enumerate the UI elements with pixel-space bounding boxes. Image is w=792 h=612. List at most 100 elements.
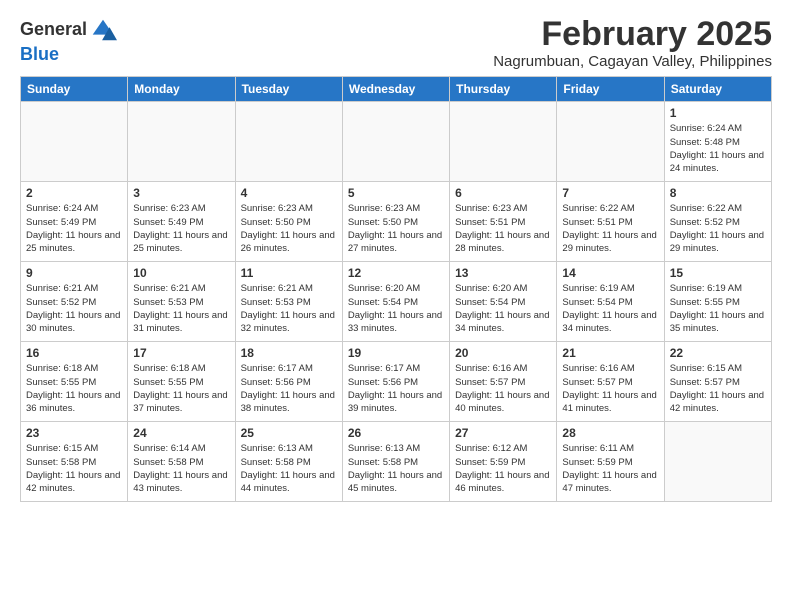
- day-number: 3: [133, 186, 229, 200]
- table-row: 21 Sunrise: 6:16 AMSunset: 5:57 PMDayligh…: [557, 342, 664, 422]
- table-row: 17Sunrise: 6:18 AMSunset: 5:55 PMDayligh…: [128, 342, 235, 422]
- day-info: Sunrise: 6:23 AMSunset: 5:50 PMDaylight:…: [348, 202, 444, 255]
- day-info: Sunrise: 6:19 AMSunset: 5:54 PMDaylight:…: [562, 282, 658, 335]
- day-info: Sunrise: 6:13 AMSunset: 5:58 PMDaylight:…: [241, 442, 337, 495]
- subtitle: Nagrumbuan, Cagayan Valley, Philippines: [493, 53, 772, 70]
- main-title: February 2025: [493, 16, 772, 53]
- day-info: Sunrise: 6:14 AMSunset: 5:58 PMDaylight:…: [133, 442, 229, 495]
- day-info: Sunrise: 6:20 AMSunset: 5:54 PMDaylight:…: [348, 282, 444, 335]
- table-row: 20 Sunrise: 6:16 AMSunset: 5:57 PMDayligh…: [450, 342, 557, 422]
- table-row: 11 Sunrise: 6:21 AMSunset: 5:53 PMDayligh…: [235, 262, 342, 342]
- table-row: [21, 102, 128, 182]
- table-row: [664, 422, 771, 502]
- day-info: Sunrise: 6:21 AMSunset: 5:53 PMDaylight:…: [133, 282, 229, 335]
- table-row: [342, 102, 449, 182]
- table-row: 24Sunrise: 6:14 AMSunset: 5:58 PMDayligh…: [128, 422, 235, 502]
- table-row: [557, 102, 664, 182]
- day-info: Sunrise: 6:17 AMSunset: 5:56 PMDaylight:…: [241, 362, 337, 415]
- day-number: 12: [348, 266, 444, 280]
- table-row: 27 Sunrise: 6:12 AMSunset: 5:59 PMDayligh…: [450, 422, 557, 502]
- col-monday: Monday: [128, 77, 235, 102]
- table-row: 23Sunrise: 6:15 AMSunset: 5:58 PMDayligh…: [21, 422, 128, 502]
- day-number: 27: [455, 426, 551, 440]
- col-sunday: Sunday: [21, 77, 128, 102]
- calendar-week-row: 1 Sunrise: 6:24 AMSunset: 5:48 PMDaylight…: [21, 102, 772, 182]
- day-number: 23: [26, 426, 122, 440]
- logo-blue: Blue: [20, 44, 117, 66]
- calendar-week-row: 16Sunrise: 6:18 AMSunset: 5:55 PMDayligh…: [21, 342, 772, 422]
- day-info: Sunrise: 6:24 AMSunset: 5:48 PMDaylight:…: [670, 122, 766, 175]
- day-number: 1: [670, 106, 766, 120]
- table-row: [450, 102, 557, 182]
- calendar-week-row: 9 Sunrise: 6:21 AMSunset: 5:52 PMDaylight…: [21, 262, 772, 342]
- day-number: 26: [348, 426, 444, 440]
- day-number: 10: [133, 266, 229, 280]
- day-info: Sunrise: 6:23 AMSunset: 5:49 PMDaylight:…: [133, 202, 229, 255]
- logo-general: General: [20, 19, 87, 41]
- table-row: 1 Sunrise: 6:24 AMSunset: 5:48 PMDaylight…: [664, 102, 771, 182]
- logo-icon: [89, 16, 117, 44]
- day-info: Sunrise: 6:15 AMSunset: 5:57 PMDaylight:…: [670, 362, 766, 415]
- col-saturday: Saturday: [664, 77, 771, 102]
- day-info: Sunrise: 6:24 AMSunset: 5:49 PMDaylight:…: [26, 202, 122, 255]
- day-info: Sunrise: 6:23 AMSunset: 5:51 PMDaylight:…: [455, 202, 551, 255]
- table-row: 3 Sunrise: 6:23 AMSunset: 5:49 PMDaylight…: [128, 182, 235, 262]
- table-row: 15 Sunrise: 6:19 AMSunset: 5:55 PMDayligh…: [664, 262, 771, 342]
- day-number: 2: [26, 186, 122, 200]
- table-row: 2 Sunrise: 6:24 AMSunset: 5:49 PMDaylight…: [21, 182, 128, 262]
- day-number: 9: [26, 266, 122, 280]
- day-info: Sunrise: 6:21 AMSunset: 5:53 PMDaylight:…: [241, 282, 337, 335]
- day-info: Sunrise: 6:22 AMSunset: 5:52 PMDaylight:…: [670, 202, 766, 255]
- day-number: 22: [670, 346, 766, 360]
- day-number: 21: [562, 346, 658, 360]
- day-info: Sunrise: 6:11 AMSunset: 5:59 PMDaylight:…: [562, 442, 658, 495]
- table-row: 13 Sunrise: 6:20 AMSunset: 5:54 PMDayligh…: [450, 262, 557, 342]
- calendar-header-row: Sunday Monday Tuesday Wednesday Thursday…: [21, 77, 772, 102]
- table-row: 18 Sunrise: 6:17 AMSunset: 5:56 PMDayligh…: [235, 342, 342, 422]
- day-number: 7: [562, 186, 658, 200]
- table-row: 19 Sunrise: 6:17 AMSunset: 5:56 PMDayligh…: [342, 342, 449, 422]
- table-row: [128, 102, 235, 182]
- day-number: 11: [241, 266, 337, 280]
- table-row: 14 Sunrise: 6:19 AMSunset: 5:54 PMDayligh…: [557, 262, 664, 342]
- title-block: February 2025 Nagrumbuan, Cagayan Valley…: [493, 16, 772, 70]
- day-info: Sunrise: 6:12 AMSunset: 5:59 PMDaylight:…: [455, 442, 551, 495]
- table-row: 28 Sunrise: 6:11 AMSunset: 5:59 PMDayligh…: [557, 422, 664, 502]
- day-info: Sunrise: 6:21 AMSunset: 5:52 PMDaylight:…: [26, 282, 122, 335]
- day-info: Sunrise: 6:18 AMSunset: 5:55 PMDaylight:…: [26, 362, 122, 415]
- day-info: Sunrise: 6:22 AMSunset: 5:51 PMDaylight:…: [562, 202, 658, 255]
- col-thursday: Thursday: [450, 77, 557, 102]
- day-number: 19: [348, 346, 444, 360]
- table-row: 10 Sunrise: 6:21 AMSunset: 5:53 PMDayligh…: [128, 262, 235, 342]
- day-number: 28: [562, 426, 658, 440]
- day-number: 20: [455, 346, 551, 360]
- day-info: Sunrise: 6:23 AMSunset: 5:50 PMDaylight:…: [241, 202, 337, 255]
- day-number: 15: [670, 266, 766, 280]
- calendar-week-row: 2 Sunrise: 6:24 AMSunset: 5:49 PMDaylight…: [21, 182, 772, 262]
- day-info: Sunrise: 6:16 AMSunset: 5:57 PMDaylight:…: [562, 362, 658, 415]
- day-info: Sunrise: 6:16 AMSunset: 5:57 PMDaylight:…: [455, 362, 551, 415]
- logo: General Blue: [20, 16, 117, 66]
- page: General Blue February 2025 Nagrumbuan, C…: [0, 0, 792, 512]
- day-number: 25: [241, 426, 337, 440]
- day-info: Sunrise: 6:20 AMSunset: 5:54 PMDaylight:…: [455, 282, 551, 335]
- day-info: Sunrise: 6:19 AMSunset: 5:55 PMDaylight:…: [670, 282, 766, 335]
- table-row: 26 Sunrise: 6:13 AMSunset: 5:58 PMDayligh…: [342, 422, 449, 502]
- day-number: 13: [455, 266, 551, 280]
- day-info: Sunrise: 6:18 AMSunset: 5:55 PMDaylight:…: [133, 362, 229, 415]
- day-number: 6: [455, 186, 551, 200]
- day-info: Sunrise: 6:13 AMSunset: 5:58 PMDaylight:…: [348, 442, 444, 495]
- table-row: 25 Sunrise: 6:13 AMSunset: 5:58 PMDayligh…: [235, 422, 342, 502]
- day-number: 18: [241, 346, 337, 360]
- table-row: 12 Sunrise: 6:20 AMSunset: 5:54 PMDayligh…: [342, 262, 449, 342]
- col-wednesday: Wednesday: [342, 77, 449, 102]
- day-info: Sunrise: 6:17 AMSunset: 5:56 PMDaylight:…: [348, 362, 444, 415]
- col-friday: Friday: [557, 77, 664, 102]
- table-row: 5 Sunrise: 6:23 AMSunset: 5:50 PMDaylight…: [342, 182, 449, 262]
- header: General Blue February 2025 Nagrumbuan, C…: [20, 16, 772, 70]
- table-row: 4Sunrise: 6:23 AMSunset: 5:50 PMDaylight…: [235, 182, 342, 262]
- day-number: 8: [670, 186, 766, 200]
- day-number: 5: [348, 186, 444, 200]
- table-row: 16Sunrise: 6:18 AMSunset: 5:55 PMDayligh…: [21, 342, 128, 422]
- day-number: 14: [562, 266, 658, 280]
